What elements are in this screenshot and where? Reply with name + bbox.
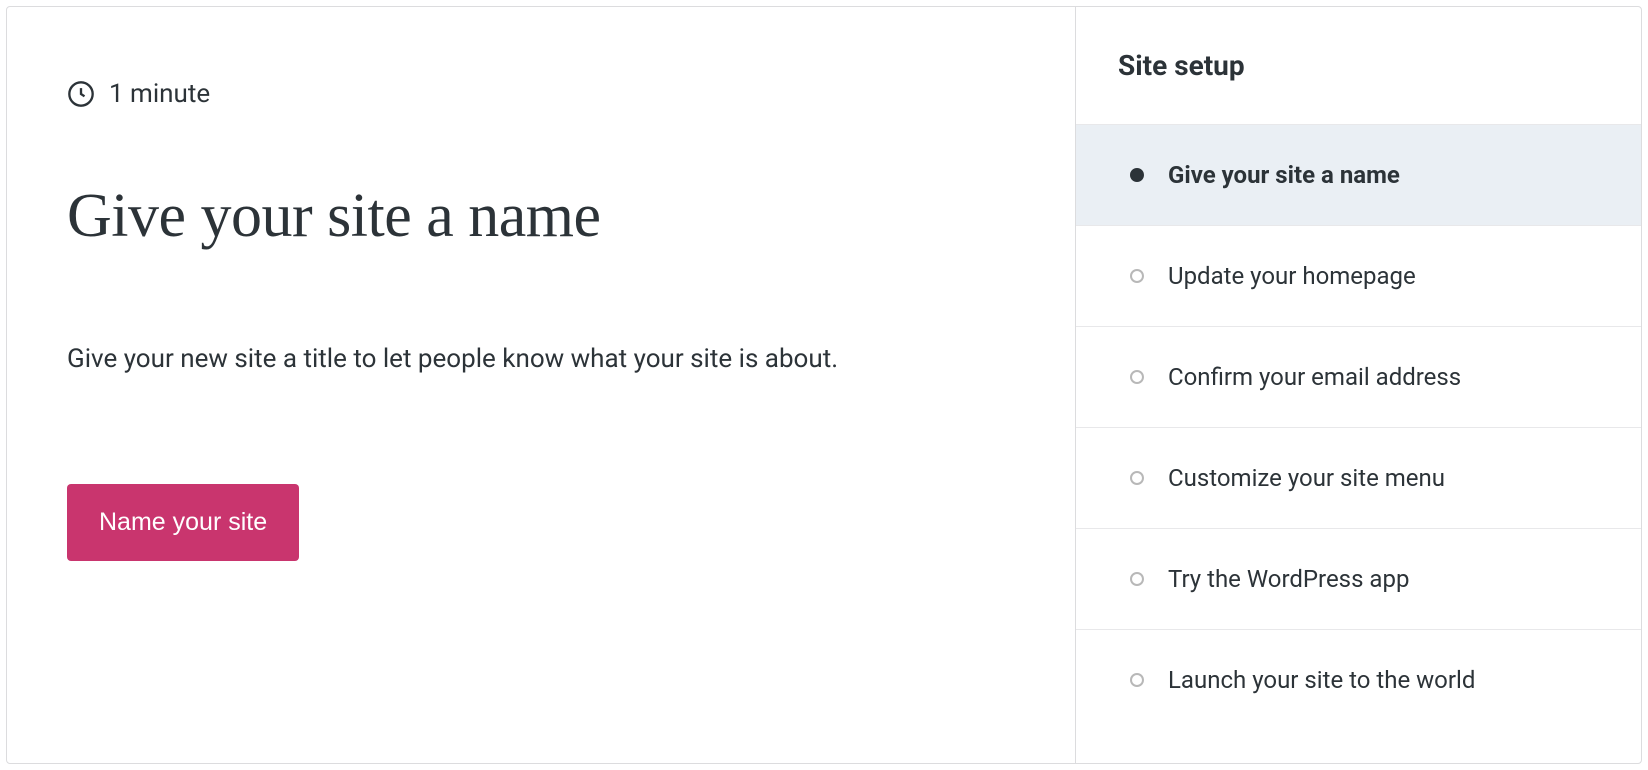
bullet-icon (1130, 572, 1144, 586)
step-label: Customize your site menu (1168, 464, 1445, 492)
step-launch-site[interactable]: Launch your site to the world (1076, 630, 1641, 730)
sidebar-title: Site setup (1076, 7, 1641, 124)
bullet-icon (1130, 673, 1144, 687)
steps-list: Give your site a name Update your homepa… (1076, 124, 1641, 730)
bullet-icon (1130, 168, 1144, 182)
name-your-site-button[interactable]: Name your site (67, 484, 299, 561)
main-content: 1 minute Give your site a name Give your… (7, 7, 1076, 763)
step-confirm-email[interactable]: Confirm your email address (1076, 327, 1641, 428)
site-setup-card: 1 minute Give your site a name Give your… (6, 6, 1642, 764)
time-estimate-text: 1 minute (109, 79, 210, 109)
clock-icon (67, 80, 95, 108)
bullet-icon (1130, 370, 1144, 384)
bullet-icon (1130, 269, 1144, 283)
bullet-icon (1130, 471, 1144, 485)
step-give-site-name[interactable]: Give your site a name (1076, 124, 1641, 226)
page-description: Give your new site a title to let people… (67, 344, 1015, 374)
step-label: Launch your site to the world (1168, 666, 1475, 694)
page-title: Give your site a name (67, 181, 1015, 252)
step-customize-menu[interactable]: Customize your site menu (1076, 428, 1641, 529)
step-label: Update your homepage (1168, 262, 1416, 290)
step-label: Confirm your email address (1168, 363, 1461, 391)
step-update-homepage[interactable]: Update your homepage (1076, 226, 1641, 327)
time-estimate: 1 minute (67, 79, 1015, 109)
step-label: Give your site a name (1168, 161, 1400, 189)
sidebar: Site setup Give your site a name Update … (1076, 7, 1641, 763)
step-label: Try the WordPress app (1168, 565, 1409, 593)
step-wordpress-app[interactable]: Try the WordPress app (1076, 529, 1641, 630)
